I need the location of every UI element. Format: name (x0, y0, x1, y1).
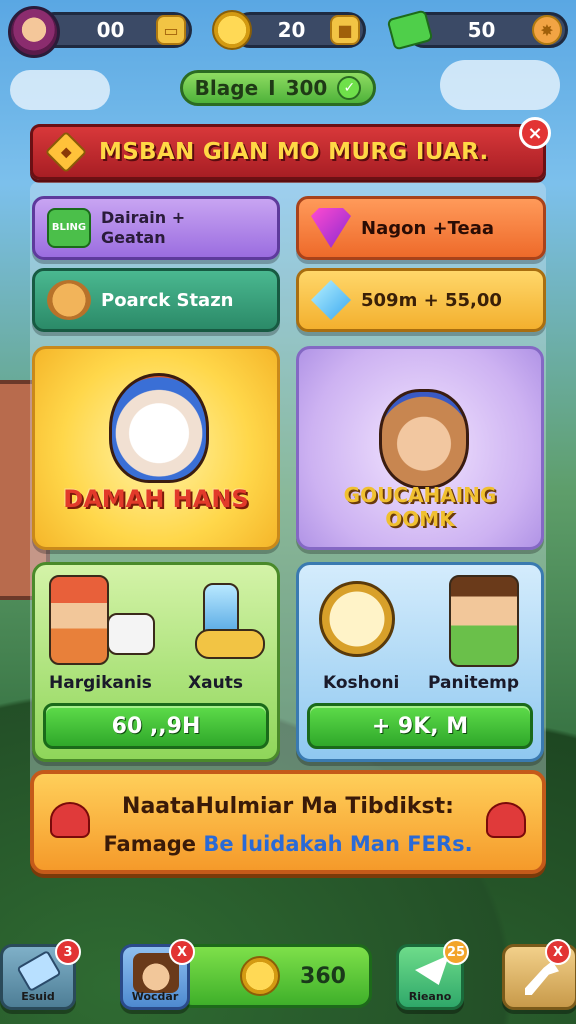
mascot-illustration (109, 373, 209, 483)
check-icon: ✓ (337, 76, 362, 100)
notification-badge: X (545, 939, 571, 965)
notification-badge: 3 (55, 939, 81, 965)
gem-icon (311, 208, 351, 248)
nav-label: Rieano (408, 990, 452, 1003)
tile-diamond-offer[interactable]: 509m + 55,00 (296, 268, 546, 332)
compass-icon (319, 581, 395, 657)
shop-label: Koshoni (323, 673, 400, 693)
tile-daily-bonus[interactable]: BLING Dairain + Geatan (32, 196, 280, 260)
info-title: NaataHulmiar Ma Tibdikst: (122, 794, 454, 819)
ticket-icon: ▭ (156, 15, 186, 45)
ticket-icon-text: BLING (51, 222, 87, 233)
background-cloud (440, 60, 560, 110)
buy-button[interactable]: 60 ,,9H (43, 703, 269, 749)
shop-card-left: Hargikanis Xauts 60 ,,9H (32, 562, 280, 762)
resource-value: 20 (277, 18, 306, 42)
tile-label-line1: Dairain + (101, 208, 186, 227)
resource-counter-coins[interactable]: 20 ■ (232, 12, 366, 48)
plus-icon[interactable]: ■ (330, 15, 360, 45)
coin-total: 360 (300, 963, 346, 989)
nav-button-profile[interactable]: X Wocdar (120, 939, 195, 1010)
info-banner[interactable]: NaataHulmiar Ma Tibdikst: Famage Be luid… (30, 770, 546, 874)
stage-separator: I (268, 76, 276, 100)
worker-illustration (449, 575, 519, 667)
nav-button-tools[interactable]: X (502, 939, 576, 1010)
resource-value: 50 (467, 18, 496, 42)
ticket-icon: BLING (47, 208, 91, 248)
card-title-line2: OOMK (385, 507, 455, 531)
shop-label: Hargikanis (49, 673, 152, 693)
card-title: DAMAH HANS (63, 485, 249, 513)
tile-text: Dairain + Geatan (101, 208, 185, 248)
diamond-icon: ◆ (44, 130, 88, 174)
stage-label: Blage (194, 76, 259, 100)
stage-pill[interactable]: Blage I 300 ✓ (180, 70, 376, 106)
shop-label: Xauts (188, 673, 243, 693)
tile-label: 509m + 55,00 (361, 289, 502, 311)
tile-label-line2: Geatan (101, 228, 166, 247)
document-icon (107, 613, 155, 655)
nav-label: Wocdar (131, 990, 179, 1003)
title-banner: ◆ MSBAN GIAN MO MURG IUAR. × (30, 117, 551, 180)
tile-label: Poarck Stazn (101, 289, 234, 311)
nav-button-esuid[interactable]: 3 Esuid (0, 939, 81, 1010)
notification-badge: X (169, 939, 195, 965)
dog-icon (47, 280, 91, 320)
card-character-left[interactable]: DAMAH HANS (32, 346, 280, 550)
shop-card-right: Koshoni Panitemp + 9K, M (296, 562, 544, 762)
tile-pet-station[interactable]: Poarck Stazn (32, 268, 280, 332)
shop-label: Panitemp (428, 673, 519, 693)
coin-icon (212, 10, 252, 50)
info-subtitle-highlight: Be luidakah Man FERs. (203, 832, 473, 856)
nav-label: Esuid (21, 990, 55, 1003)
coins-icon (195, 629, 265, 659)
worker-illustration (49, 575, 109, 665)
wrench-icon (525, 961, 559, 995)
card-title-line1: GOUCAHAING (343, 483, 497, 507)
card-character-right[interactable]: GOUCAHAING OOMK (296, 346, 544, 550)
banner-title: MSBAN GIAN MO MURG IUAR. (99, 139, 489, 165)
stage-value: 300 (285, 76, 328, 100)
info-subtitle-prefix: Famage (103, 832, 197, 856)
tile-label: Nagon +Teaa (361, 217, 495, 239)
notification-badge: 25 (443, 939, 469, 965)
player-avatar[interactable] (8, 6, 60, 58)
mascot-illustration (379, 389, 469, 489)
close-button[interactable]: × (519, 117, 551, 149)
diamond-icon (311, 280, 351, 320)
card-title: GOUCAHAING OOMK (299, 483, 541, 531)
paper-plane-icon (415, 955, 449, 985)
buy-button[interactable]: + 9K, M (307, 703, 533, 749)
settings-icon[interactable]: ✸ (532, 15, 562, 45)
nav-button-rieano[interactable]: 25 Rieano (396, 939, 469, 1010)
tile-gem-offer[interactable]: Nagon +Teaa (296, 196, 546, 260)
top-bar: 00 ▭ 20 ■ 50 ✸ (6, 6, 570, 58)
nav-center-coins[interactable]: 360 (178, 944, 372, 1008)
resource-value: 00 (96, 18, 125, 42)
background-cloud (10, 70, 110, 110)
coin-icon (240, 956, 281, 996)
info-subtitle: Famage Be luidakah Man FERs. (34, 832, 542, 856)
